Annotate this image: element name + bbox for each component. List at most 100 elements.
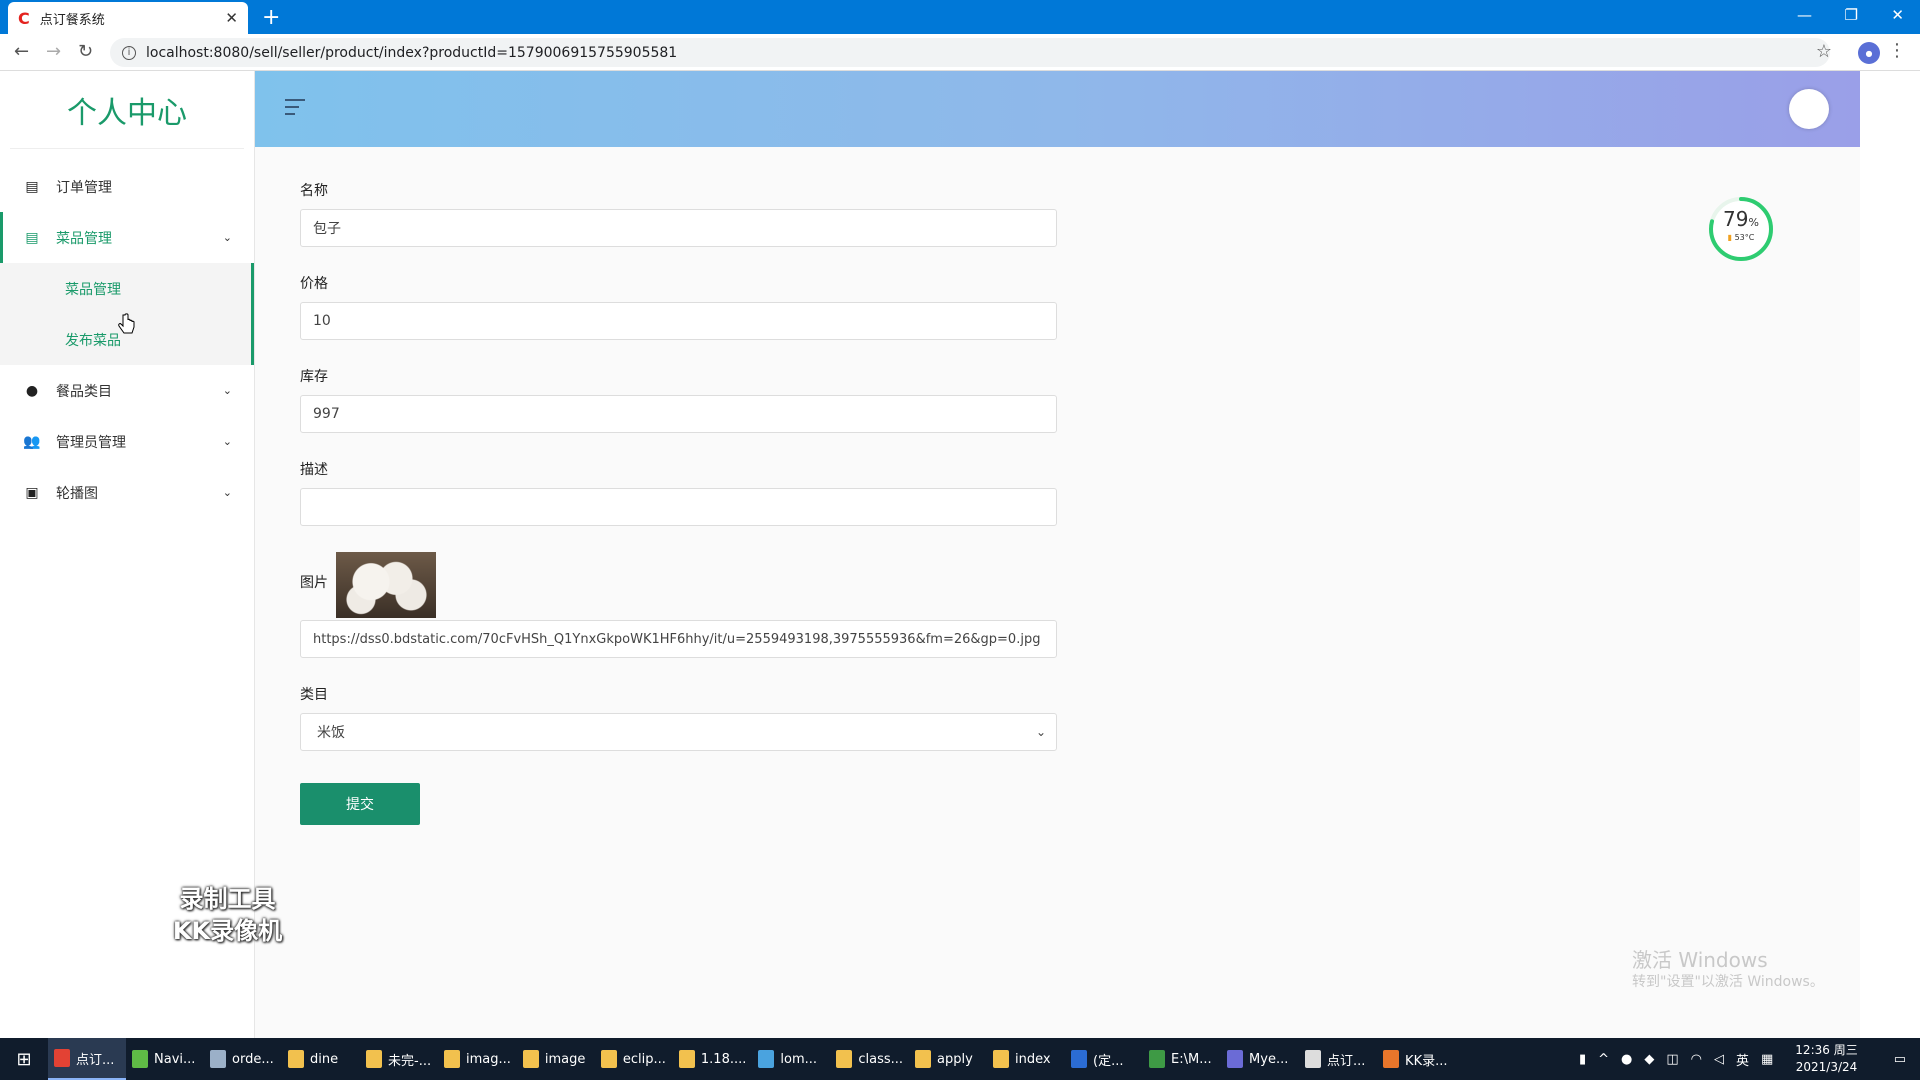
name-input[interactable]: 包子 [300, 209, 1057, 247]
taskbar-item[interactable]: image [517, 1038, 595, 1080]
taskbar-item[interactable]: apply [909, 1038, 987, 1080]
app-icon [54, 1049, 70, 1067]
taskbar-item[interactable]: Navi... [126, 1038, 204, 1080]
keyboard-icon[interactable]: ▦ [1761, 1052, 1773, 1067]
taskbar-item[interactable]: lom... [752, 1038, 830, 1080]
bookmark-star-icon[interactable]: ☆ [1816, 41, 1832, 62]
taskbar-item[interactable]: class... [830, 1038, 909, 1080]
activate-windows-title: 激活 Windows [1632, 948, 1768, 972]
shield-icon[interactable]: ◆ [1644, 1052, 1654, 1067]
taskbar-item[interactable]: orde... [204, 1038, 282, 1080]
thermometer-icon: ▮ [1727, 233, 1733, 242]
browser-tab[interactable]: C 点订餐系统 ✕ [8, 2, 248, 34]
taskbar-item[interactable]: Mye... [1221, 1038, 1299, 1080]
chevron-down-icon: ⌄ [222, 435, 232, 448]
image-row: 图片 [300, 552, 1057, 618]
windows-taskbar: ⊞ 点订... Navi... orde... dine 未完-... imag... im… [0, 1038, 1920, 1080]
taskbar-item-label: KK录... [1405, 1053, 1448, 1069]
taskbar-item-label: class... [858, 1051, 904, 1067]
taskbar-item-label: 未完-... [388, 1053, 432, 1069]
stock-input[interactable]: 997 [300, 395, 1057, 433]
chevron-down-icon: ⌄ [222, 231, 232, 244]
close-tab-icon[interactable]: ✕ [225, 9, 238, 27]
sidebar-subitem-dish-management[interactable]: 菜品管理 [0, 263, 254, 314]
minimize-icon[interactable]: — [1797, 6, 1812, 24]
clock-date: 2021/3/24 [1795, 1060, 1858, 1074]
reload-icon[interactable]: ↻ [78, 41, 93, 62]
url-field[interactable]: i localhost:8080/sell/seller/product/ind… [110, 38, 1830, 67]
users-icon: 👥 [23, 433, 41, 450]
back-icon[interactable]: ← [14, 41, 29, 62]
taskbar-item[interactable]: 点订... [1299, 1038, 1377, 1080]
taskbar-item[interactable]: 点订... [48, 1038, 126, 1080]
image-url-input[interactable]: https://dss0.bdstatic.com/70cFvHSh_Q1Ynx… [300, 620, 1057, 658]
app-icon [1149, 1050, 1166, 1068]
site-favicon-icon: C [18, 8, 30, 28]
wifi-icon[interactable]: ◠ [1691, 1052, 1702, 1067]
sidebar-item-categories[interactable]: ● 餐品类目 ⌄ [0, 365, 254, 416]
app-icon [993, 1050, 1010, 1068]
notification-icon[interactable]: ▭ [1894, 1052, 1906, 1067]
close-window-icon[interactable]: ✕ [1891, 6, 1904, 24]
app-icon [288, 1050, 304, 1068]
restore-icon[interactable]: ❐ [1845, 6, 1858, 24]
product-form: 名称 包子 价格 10 库存 997 描述 图片 https://dss0.bd… [300, 180, 1057, 825]
taskbar-item-label: lom... [780, 1051, 818, 1067]
right-margin [1860, 71, 1920, 1038]
sidebar-brand: 个人中心 [10, 71, 244, 149]
app-icon [600, 1050, 617, 1068]
sidebar-item-admins[interactable]: 👥 管理员管理 ⌄ [0, 416, 254, 467]
sidebar-item-orders[interactable]: ▤ 订单管理 [0, 161, 254, 212]
sidebar-item-carousel[interactable]: ▣ 轮播图 ⌄ [0, 467, 254, 518]
gauge-unit: % [1748, 216, 1759, 229]
category-select[interactable]: 米饭 ⌄ [300, 713, 1057, 751]
browser-menu-icon[interactable]: ⋮ [1888, 40, 1906, 61]
sidebar-item-label: 管理员管理 [56, 434, 126, 451]
info-icon[interactable]: i [122, 45, 136, 60]
app-tray-icon[interactable]: ● [1621, 1052, 1632, 1067]
chevron-down-icon: ⌄ [222, 486, 232, 499]
menu-toggle-icon[interactable] [285, 99, 305, 120]
document-icon: ▤ [25, 229, 39, 246]
taskbar-item[interactable]: KK录... [1377, 1038, 1455, 1080]
taskbar-item-label: eclip... [622, 1051, 666, 1067]
taskbar-item-label: 点订... [76, 1052, 115, 1068]
price-label: 价格 [300, 276, 328, 292]
taskbar-item[interactable]: index [987, 1038, 1065, 1080]
battery-icon[interactable]: ▮ [1579, 1052, 1586, 1067]
gauge-temperature: 53°C [1734, 233, 1755, 242]
sidebar-item-dishes[interactable]: ▤ 菜品管理 ⌄ [0, 212, 254, 263]
taskbar-item[interactable]: 1.18.... [673, 1038, 752, 1080]
user-avatar[interactable] [1789, 89, 1829, 129]
windows-start-icon[interactable]: ⊞ [0, 1038, 48, 1080]
taskbar-item[interactable]: 未完-... [360, 1038, 438, 1080]
ime-indicator[interactable]: 英 [1736, 1050, 1749, 1069]
profile-avatar-icon[interactable]: ● [1858, 42, 1880, 64]
tab-title: 点订餐系统 [39, 12, 105, 28]
price-input[interactable]: 10 [300, 302, 1057, 340]
chevron-down-icon: ⌄ [1035, 725, 1046, 739]
new-tab-icon[interactable]: + [262, 5, 280, 30]
taskbar-item-label: apply [937, 1051, 973, 1067]
description-input[interactable] [300, 488, 1057, 526]
circle-icon: ● [25, 382, 39, 399]
browser-titlebar: C 点订餐系统 ✕ + — ❐ ✕ [0, 0, 1920, 34]
taskbar-item[interactable]: (定... [1065, 1038, 1143, 1080]
taskbar-item-label: 点订... [1327, 1053, 1366, 1069]
forward-icon[interactable]: → [46, 41, 61, 62]
category-label: 类目 [300, 687, 328, 703]
taskbar-item[interactable]: eclip... [595, 1038, 673, 1080]
taskbar-item[interactable]: E:\M... [1143, 1038, 1221, 1080]
product-image-thumbnail [336, 552, 436, 618]
taskbar-clock[interactable]: 12:36 周三 2021/3/24 [1795, 1042, 1857, 1076]
chevron-up-icon[interactable]: ^ [1598, 1052, 1609, 1067]
taskbar-item[interactable]: imag... [438, 1038, 517, 1080]
taskbar-item-label: dine [310, 1051, 339, 1067]
app-icon [1227, 1050, 1244, 1068]
submit-button[interactable]: 提交 [300, 783, 420, 825]
app-icon [915, 1050, 932, 1068]
taskbar-item[interactable]: dine [282, 1038, 360, 1080]
volume-icon[interactable]: ◁ [1714, 1052, 1724, 1067]
network-icon[interactable]: ◫ [1666, 1052, 1678, 1067]
app-icon [522, 1050, 539, 1068]
